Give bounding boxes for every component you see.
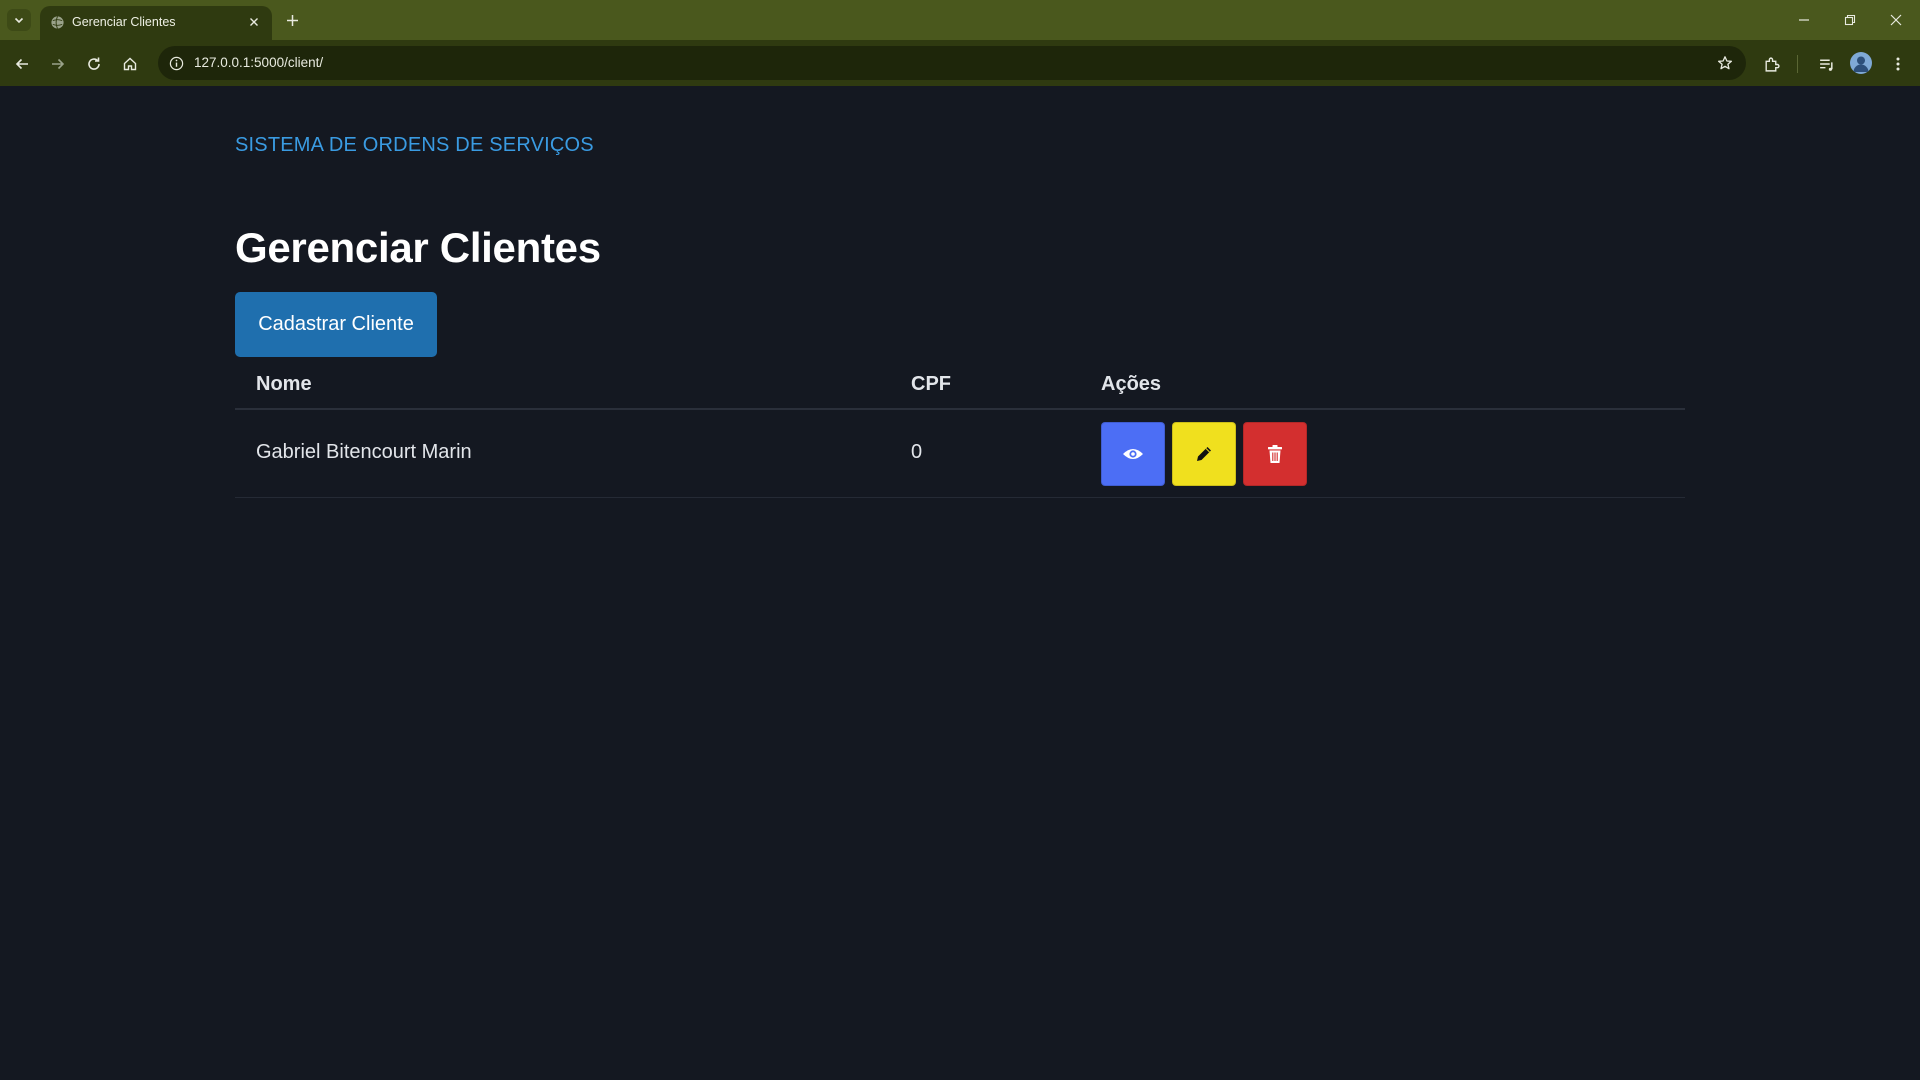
column-header-cpf: CPF	[911, 373, 951, 395]
forward-button[interactable]	[44, 50, 72, 78]
url-text: 127.0.0.1:5000/client/	[194, 55, 324, 70]
close-icon	[1890, 14, 1902, 26]
arrow-left-icon	[15, 58, 28, 70]
site-info-button[interactable]	[166, 53, 186, 73]
reload-button[interactable]	[80, 50, 108, 78]
pencil-icon	[1197, 447, 1211, 461]
client-cpf: 0	[911, 441, 923, 463]
column-header-nome: Nome	[256, 373, 312, 395]
puzzle-icon	[1764, 57, 1780, 72]
globe-icon	[51, 16, 64, 29]
page-title: Gerenciar Clientes	[235, 224, 601, 271]
page-content: SISTEMA DE ORDENS DE SERVIÇOS Gerenciar …	[0, 86, 1920, 1080]
profile-avatar[interactable]	[1850, 52, 1872, 74]
new-tab-button[interactable]	[280, 9, 304, 31]
view-client-button[interactable]	[1101, 422, 1165, 486]
info-icon	[169, 56, 183, 70]
profile-icon	[1853, 56, 1869, 72]
toolbar-divider	[1797, 55, 1798, 73]
arrow-right-icon	[52, 58, 65, 70]
table-header: Nome CPF Ações	[235, 357, 1685, 410]
browser-menu-button[interactable]	[1884, 50, 1912, 78]
column-header-acoes: Ações	[1101, 373, 1162, 395]
add-client-button[interactable]: Cadastrar Cliente	[235, 292, 437, 357]
reload-icon	[88, 57, 100, 70]
close-window-button[interactable]	[1878, 6, 1914, 34]
bookmark-button[interactable]	[1714, 52, 1736, 74]
browser-tab-active[interactable]: Gerenciar Clientes	[40, 6, 272, 40]
star-icon	[1717, 56, 1733, 70]
edit-client-button[interactable]	[1172, 422, 1236, 486]
address-bar[interactable]: 127.0.0.1:5000/client/	[158, 46, 1746, 80]
trash-icon	[1268, 445, 1282, 463]
media-controls-button[interactable]	[1812, 50, 1840, 78]
browser-toolbar: 127.0.0.1:5000/client/	[0, 40, 1920, 86]
client-name: Gabriel Bitencourt Marin	[256, 441, 472, 463]
more-vertical-icon	[1896, 57, 1900, 71]
minimize-icon	[1799, 19, 1809, 21]
table-row: Gabriel Bitencourt Marin 0	[235, 410, 1685, 498]
brand-link[interactable]: SISTEMA DE ORDENS DE SERVIÇOS	[235, 134, 594, 157]
minimize-button[interactable]	[1786, 6, 1822, 34]
delete-client-button[interactable]	[1243, 422, 1307, 486]
restore-icon	[1844, 14, 1856, 26]
extensions-button[interactable]	[1757, 50, 1785, 78]
home-button[interactable]	[116, 50, 144, 78]
tab-list-button[interactable]	[7, 9, 31, 31]
home-icon	[123, 57, 137, 71]
restore-button[interactable]	[1832, 6, 1868, 34]
close-icon	[250, 18, 258, 26]
tab-close-button[interactable]	[244, 12, 264, 32]
tab-title: Gerenciar Clientes	[72, 15, 176, 29]
playlist-icon	[1819, 59, 1833, 71]
eye-icon	[1123, 449, 1143, 459]
plus-icon	[286, 14, 298, 26]
clients-table: Nome CPF Ações Gabriel Bitencourt Marin …	[235, 357, 1685, 498]
back-button[interactable]	[8, 50, 36, 78]
browser-tabstrip: Gerenciar Clientes	[0, 0, 1920, 40]
chevron-down-icon	[14, 17, 24, 24]
